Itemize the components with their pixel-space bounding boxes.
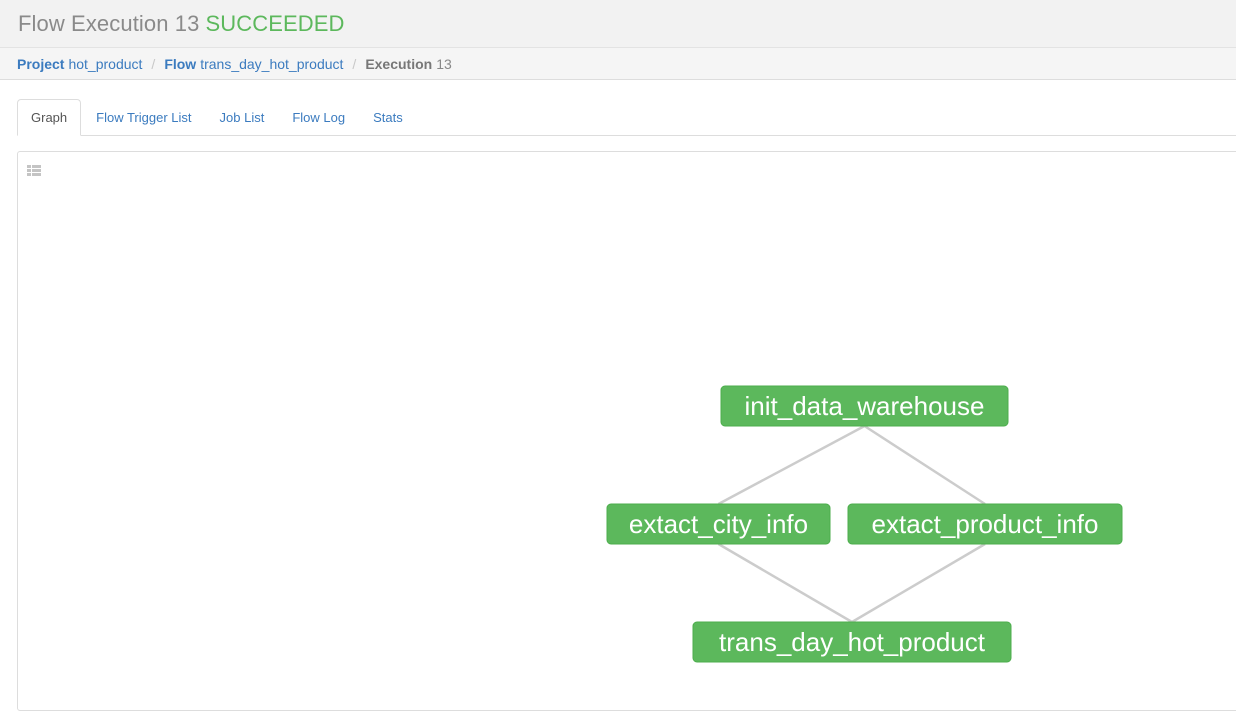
breadcrumb-project[interactable]: Project hot_product xyxy=(17,56,142,72)
tab-job-list[interactable]: Job List xyxy=(207,99,278,135)
graph-panel: init_data_warehouse extact_city_info extac… xyxy=(17,151,1236,711)
job-node-trans-day-hot-product[interactable]: trans_day_hot_product xyxy=(692,621,1012,663)
breadcrumb-project-link[interactable]: hot_product xyxy=(68,56,142,72)
breadcrumb-project-key[interactable]: Project xyxy=(17,56,64,72)
breadcrumb-execution: Execution 13 xyxy=(365,56,451,72)
breadcrumb-separator: / xyxy=(352,55,357,72)
tab-flow-log[interactable]: Flow Log xyxy=(279,99,358,135)
job-node-init-data-warehouse[interactable]: init_data_warehouse xyxy=(720,385,1009,427)
page-title: Flow Execution 13 SUCCEEDED xyxy=(18,11,345,37)
job-node-label: init_data_warehouse xyxy=(745,391,985,421)
graph-edge xyxy=(717,542,853,624)
graph-edge xyxy=(863,424,986,506)
breadcrumb-execution-key: Execution xyxy=(365,55,433,72)
breadcrumb-flow[interactable]: Flow trans_day_hot_product xyxy=(164,56,343,72)
execution-tabs: Graph Flow Trigger List Job List Flow Lo… xyxy=(17,99,1236,136)
job-node-label: trans_day_hot_product xyxy=(719,627,986,657)
breadcrumb-execution-value: 13 xyxy=(436,55,452,72)
tab-flow-trigger-list[interactable]: Flow Trigger List xyxy=(83,99,204,135)
breadcrumb-flow-link[interactable]: trans_day_hot_product xyxy=(200,56,343,72)
graph-edge xyxy=(851,542,986,624)
breadcrumb-separator: / xyxy=(151,55,156,72)
breadcrumb: Project hot_product / Flow trans_day_hot… xyxy=(0,48,1236,80)
job-node-extact-product-info[interactable]: extact_product_info xyxy=(847,503,1123,545)
tab-graph[interactable]: Graph xyxy=(17,99,82,136)
job-node-label: extact_city_info xyxy=(629,509,808,539)
breadcrumb-flow-key[interactable]: Flow xyxy=(164,56,196,72)
page-header: Flow Execution 13 SUCCEEDED xyxy=(0,0,1236,48)
tab-stats[interactable]: Stats xyxy=(360,99,416,135)
job-node-extact-city-info[interactable]: extact_city_info xyxy=(606,503,831,545)
job-node-label: extact_product_info xyxy=(872,509,1099,539)
page-title-text: Flow Execution 13 xyxy=(18,10,200,36)
execution-status: SUCCEEDED xyxy=(205,10,345,36)
graph-edge xyxy=(717,424,866,506)
flow-graph: init_data_warehouse extact_city_info extac… xyxy=(606,385,1123,663)
